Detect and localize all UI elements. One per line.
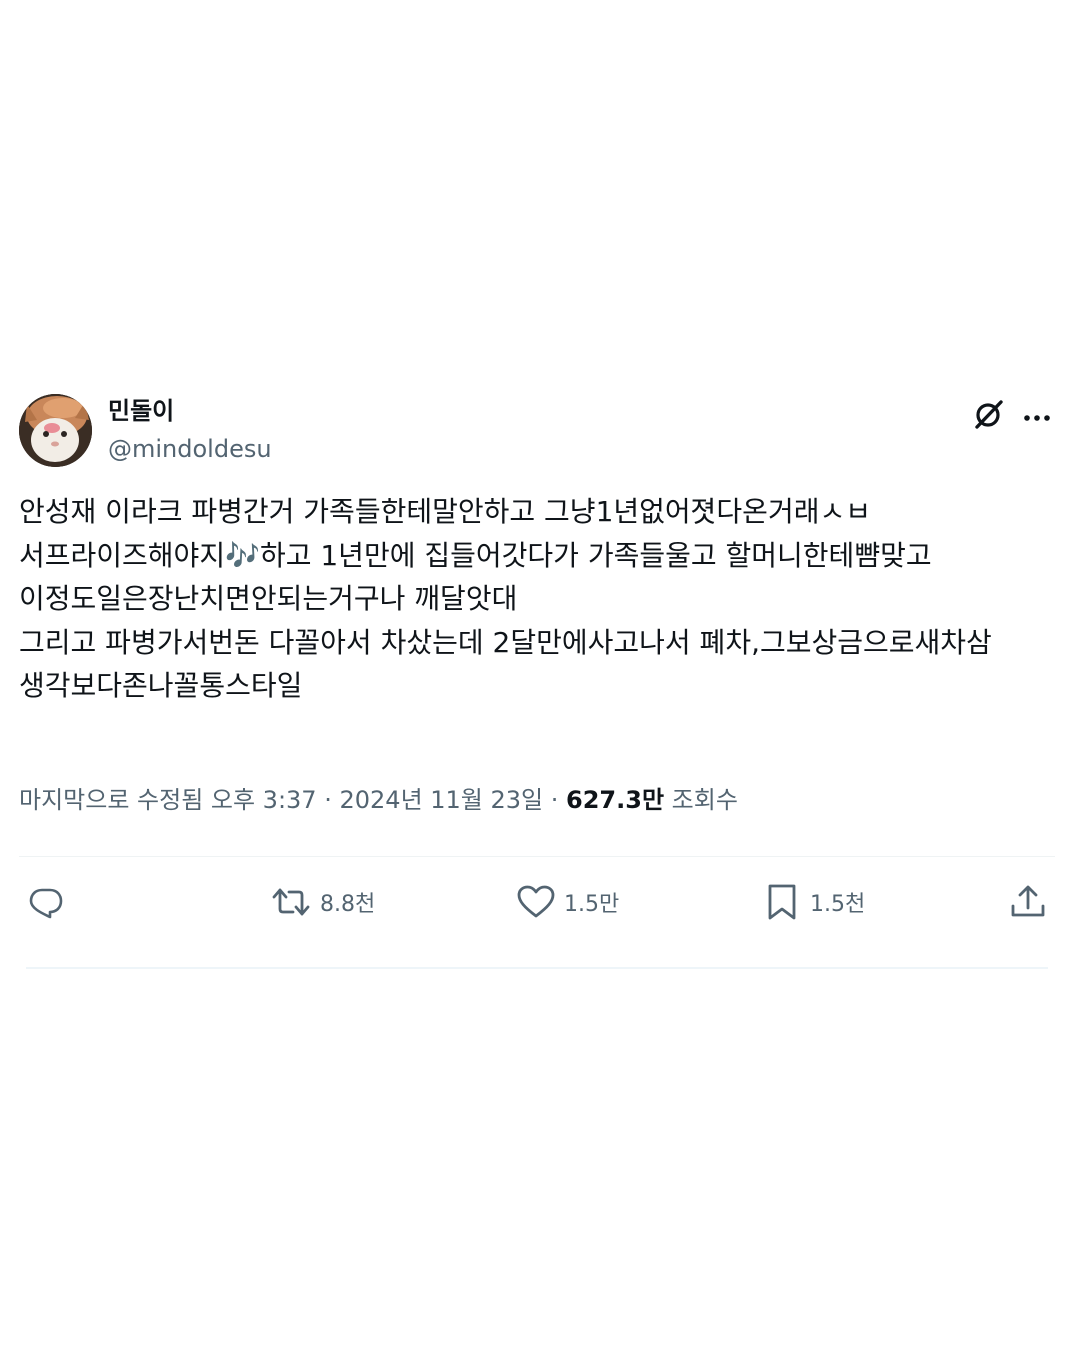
reply-bubble-icon xyxy=(29,888,63,919)
share-upload-icon xyxy=(1011,885,1045,917)
more-options-button[interactable] xyxy=(1018,395,1056,433)
heart-icon xyxy=(517,885,555,918)
bookmark-button[interactable]: 1.5천 xyxy=(762,877,865,927)
action-bar: 8.8천 1.5만 1.5천 xyxy=(0,877,1080,927)
grok-slash-icon xyxy=(975,400,1003,429)
user-handle[interactable]: @mindoldesu xyxy=(108,434,272,464)
avatar-cat-image xyxy=(19,394,92,467)
reply-button[interactable] xyxy=(26,877,66,927)
display-name[interactable]: 민돌이 xyxy=(108,396,174,426)
views-label: 조회수 xyxy=(671,786,738,814)
tweet: 민돌이 @mindoldesu 안성재 이라크 파병간거 가족들한테말안하고 그… xyxy=(0,390,1080,969)
share-button[interactable] xyxy=(1008,877,1048,927)
bookmark-count: 1.5천 xyxy=(810,892,866,917)
views-count: 627.3만 xyxy=(566,786,665,814)
post-text: 안성재 이라크 파병간거 가족들한테말안하고 그냥1년없어졋다온거래ㅅㅂ 서프라… xyxy=(19,495,992,702)
bookmark-icon xyxy=(768,884,796,920)
post-meta: 마지막으로 수정됨 오후 3:37 · 2024년 11월 23일 · 627.… xyxy=(19,785,738,815)
divider xyxy=(26,967,1048,969)
like-button[interactable]: 1.5만 xyxy=(516,877,619,927)
retweet-count: 8.8천 xyxy=(320,892,376,917)
grok-button[interactable] xyxy=(970,395,1008,433)
edited-time[interactable]: 마지막으로 수정됨 오후 3:37 xyxy=(19,786,317,814)
meta-separator: · xyxy=(316,786,340,814)
like-count: 1.5만 xyxy=(564,892,620,917)
more-dots-icon xyxy=(1024,415,1050,421)
avatar[interactable] xyxy=(19,394,92,467)
post-date[interactable]: 2024년 11월 23일 xyxy=(339,786,543,814)
retweet-button[interactable]: 8.8천 xyxy=(270,877,375,927)
divider xyxy=(19,856,1055,857)
retweet-icon xyxy=(272,888,310,916)
tweet-header: 민돌이 @mindoldesu xyxy=(0,390,1080,470)
meta-separator: · xyxy=(543,786,567,814)
